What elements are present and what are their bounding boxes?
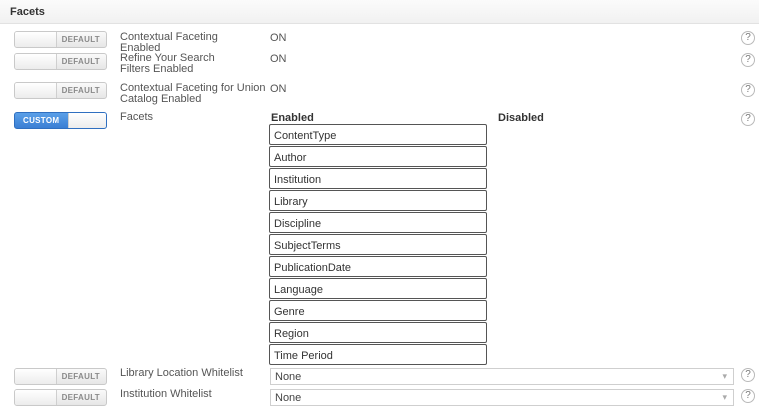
toggle-knob [15, 83, 57, 98]
section-header: Facets [0, 0, 759, 24]
facet-item-label: Library [274, 196, 308, 208]
toggle-knob [15, 369, 57, 384]
toggle-knob [15, 390, 57, 405]
enabled-column-heading: Enabled [271, 112, 314, 124]
toggle-label: DEFAULT [61, 35, 100, 44]
facet-item-label: ContentType [274, 130, 337, 142]
toggle-label: DEFAULT [61, 372, 100, 381]
facet-item-label: SubjectTerms [274, 240, 341, 252]
chevron-down-icon: ▾ [722, 392, 727, 402]
toggle-label: DEFAULT [61, 57, 100, 66]
facet-item-author[interactable]: Author [269, 146, 487, 167]
setting-value-contextual-faceting: ON [270, 32, 287, 44]
facet-item-genre[interactable]: Genre [269, 300, 487, 321]
chevron-down-icon: ▾ [722, 371, 727, 381]
help-icon[interactable]: ? [741, 368, 755, 382]
setting-value-refine-search: ON [270, 53, 287, 65]
facet-item-label: Time Period [274, 350, 333, 362]
setting-label-refine-search: Refine Your Search Filters Enabled [120, 52, 215, 75]
facet-item-time-period[interactable]: Time Period [269, 344, 487, 365]
setting-value-union-catalog: ON [270, 83, 287, 95]
select-value: None [275, 392, 302, 404]
default-toggle-institution-whitelist[interactable]: DEFAULT [14, 389, 107, 406]
facet-item-subjectterms[interactable]: SubjectTerms [269, 234, 487, 255]
default-toggle-union-catalog[interactable]: DEFAULT [14, 82, 107, 99]
facet-item-label: Discipline [274, 218, 322, 230]
toggle-label: DEFAULT [61, 393, 100, 402]
toggle-knob [15, 54, 57, 69]
facet-item-institution[interactable]: Institution [269, 168, 487, 189]
facet-item-library[interactable]: Library [269, 190, 487, 211]
toggle-label: DEFAULT [61, 86, 100, 95]
facet-item-label: Region [274, 328, 309, 340]
facet-item-publicationdate[interactable]: PublicationDate [269, 256, 487, 277]
help-icon[interactable]: ? [741, 53, 755, 67]
library-location-whitelist-select[interactable]: None ▾ [270, 368, 734, 385]
setting-label-facets: Facets [120, 111, 154, 123]
default-toggle-contextual-faceting[interactable]: DEFAULT [14, 31, 107, 48]
default-toggle-library-location-whitelist[interactable]: DEFAULT [14, 368, 107, 385]
facet-item-language[interactable]: Language [269, 278, 487, 299]
setting-label-library-location-whitelist: Library Location Whitelist [120, 367, 243, 379]
help-icon[interactable]: ? [741, 112, 755, 126]
toggle-label: CUSTOM [23, 116, 60, 125]
institution-whitelist-select[interactable]: None ▾ [270, 389, 734, 406]
facet-item-label: PublicationDate [274, 262, 352, 274]
toggle-knob [68, 113, 106, 128]
help-icon[interactable]: ? [741, 389, 755, 403]
facet-item-label: Language [274, 284, 323, 296]
section-title: Facets [10, 6, 45, 18]
facet-item-region[interactable]: Region [269, 322, 487, 343]
facet-item-contenttype[interactable]: ContentType [269, 124, 487, 145]
facet-item-label: Genre [274, 306, 305, 318]
facet-item-label: Author [274, 152, 307, 164]
help-icon[interactable]: ? [741, 31, 755, 45]
facet-item-discipline[interactable]: Discipline [269, 212, 487, 233]
disabled-column-heading: Disabled [498, 112, 544, 124]
custom-toggle-facets[interactable]: CUSTOM [14, 112, 107, 129]
setting-label-union-catalog: Contextual Faceting for Union Catalog En… [120, 82, 266, 105]
setting-label-institution-whitelist: Institution Whitelist [120, 388, 212, 400]
facet-item-label: Institution [274, 174, 322, 186]
help-icon[interactable]: ? [741, 83, 755, 97]
select-value: None [275, 371, 302, 383]
toggle-knob [15, 32, 57, 47]
setting-label-contextual-faceting: Contextual Faceting Enabled [120, 31, 218, 54]
default-toggle-refine-search[interactable]: DEFAULT [14, 53, 107, 70]
